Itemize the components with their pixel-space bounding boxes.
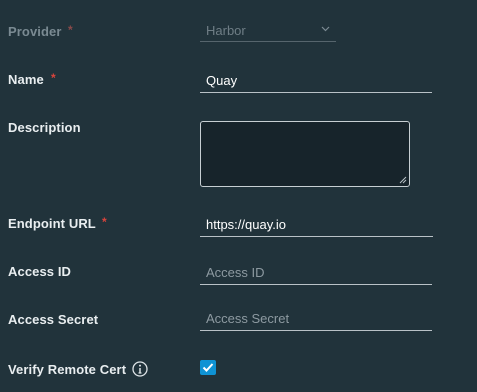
- verify-remote-cert-label: Verify Remote Cert: [8, 362, 126, 377]
- provider-select[interactable]: Harbor: [200, 20, 336, 42]
- access-secret-input[interactable]: Access Secret: [200, 307, 432, 331]
- access-secret-label: Access Secret: [8, 312, 98, 327]
- name-label: Name: [8, 72, 44, 87]
- verify-remote-cert-label-text: Verify Remote Cert: [8, 362, 127, 377]
- verify-remote-cert-checkbox[interactable]: [200, 360, 216, 375]
- endpoint-url-input[interactable]: https://quay.io: [200, 213, 433, 237]
- endpoint-url-input-value: https://quay.io: [206, 217, 286, 232]
- name-label-text: Name: [8, 72, 44, 87]
- access-id-label-text: Access ID: [8, 264, 72, 279]
- name-input-value: Quay: [206, 73, 238, 88]
- access-id-input[interactable]: Access ID: [200, 261, 432, 285]
- provider-required-mark: *: [68, 23, 73, 37]
- access-secret-label-text: Access Secret: [8, 312, 99, 327]
- checkmark-icon: [202, 363, 214, 372]
- provider-select-value: Harbor: [206, 23, 246, 38]
- access-id-label: Access ID: [8, 264, 71, 279]
- endpoint-url-label-text: Endpoint URL: [8, 216, 96, 231]
- provider-label-text: Provider: [8, 24, 62, 39]
- provider-label: Provider: [8, 24, 62, 39]
- name-required-mark: *: [51, 71, 56, 85]
- name-input[interactable]: Quay: [200, 69, 432, 93]
- access-secret-placeholder: Access Secret: [206, 311, 290, 326]
- chevron-down-icon: [321, 26, 330, 32]
- info-circle-icon[interactable]: [132, 361, 148, 377]
- access-id-placeholder: Access ID: [206, 265, 265, 280]
- description-label: Description: [8, 120, 81, 135]
- endpoint-url-required-mark: *: [102, 215, 107, 229]
- description-textarea[interactable]: [200, 121, 410, 187]
- endpoint-url-label: Endpoint URL: [8, 216, 96, 231]
- description-label-text: Description: [8, 120, 81, 135]
- resize-grip-icon[interactable]: [399, 176, 407, 184]
